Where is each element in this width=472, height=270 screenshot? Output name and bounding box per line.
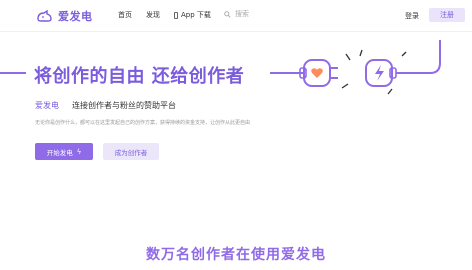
search-icon — [224, 10, 231, 18]
search-placeholder: 搜索 — [235, 10, 249, 18]
hero-description: 无论你是创作什么，都可以在这里发起自己的创作方案，获得持续的资金支持，让创作从此… — [35, 120, 251, 126]
become-creator-button[interactable]: 成为创作者 — [103, 143, 159, 160]
top-navbar: 爱发电 首页 发现 App 下载 搜索 登录 注册 — [0, 0, 472, 32]
hero-brand: 爱发电 — [35, 101, 59, 110]
hero-title: 将创作的自由 还给创作者 — [34, 66, 245, 87]
hero-tagline: 连接创作者与粉丝的赞助平台 — [72, 101, 176, 110]
register-button[interactable]: 注册 — [429, 8, 465, 22]
stats-title: 数万名创作者在使用爱发电 — [146, 247, 326, 263]
start-button-label: 开始发电 — [46, 148, 73, 157]
decorative-wire-left — [0, 72, 26, 74]
start-button[interactable]: 开始发电 ϟ — [35, 143, 93, 160]
login-link[interactable]: 登录 — [405, 11, 419, 21]
search-box[interactable]: 搜索 — [224, 9, 249, 19]
nav-home[interactable]: 首页 — [118, 10, 132, 20]
phone-icon — [174, 11, 178, 19]
lightning-icon: ϟ — [76, 147, 82, 156]
plug-socket-illustration — [270, 40, 441, 95]
nav-app-download[interactable]: App 下载 — [174, 10, 211, 20]
nav-app-download-label: App 下载 — [181, 11, 211, 19]
nav-discover[interactable]: 发现 — [146, 10, 160, 20]
logo-text: 爱发电 — [58, 10, 93, 23]
logo[interactable]: 爱发电 — [36, 8, 93, 24]
cat-logo-icon — [37, 9, 52, 22]
